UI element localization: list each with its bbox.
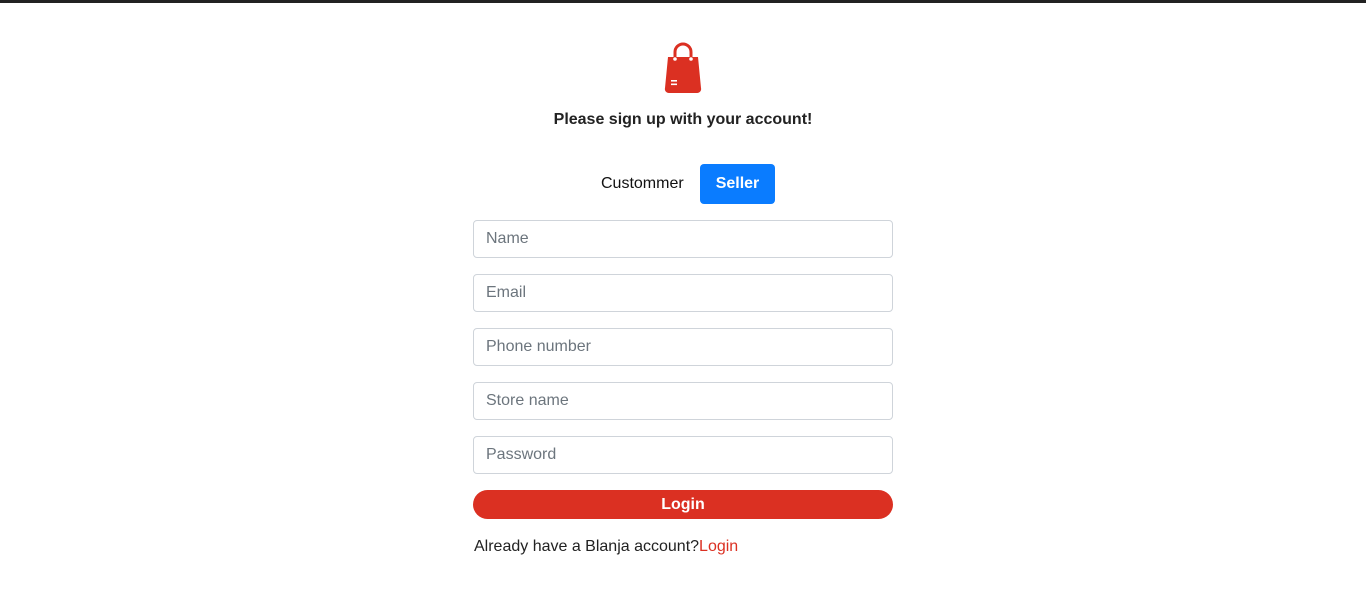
seller-tab[interactable]: Seller <box>699 164 776 204</box>
password-input[interactable] <box>473 436 893 474</box>
shopping-bag-icon <box>664 42 702 94</box>
login-link[interactable]: Login <box>699 538 738 555</box>
footer-prompt-text: Already have a Blanja account? <box>474 538 700 555</box>
role-toggle: Custommer Seller <box>588 164 776 204</box>
top-border <box>0 0 1366 3</box>
name-input[interactable] <box>473 220 893 258</box>
footer-prompt: Already have a Blanja account?Login <box>474 538 738 556</box>
login-button[interactable]: Login <box>473 490 893 519</box>
page-subtitle: Please sign up with your account! <box>553 111 813 128</box>
customer-tab[interactable]: Custommer <box>588 164 697 204</box>
email-input[interactable] <box>473 274 893 312</box>
store-name-input[interactable] <box>473 382 893 420</box>
phone-input[interactable] <box>473 328 893 366</box>
